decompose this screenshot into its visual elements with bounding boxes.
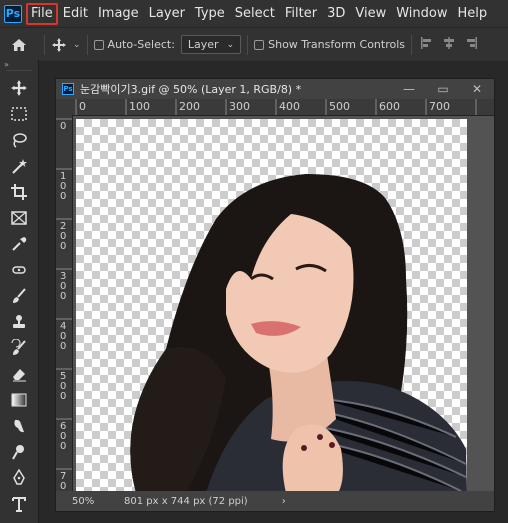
horizontal-ruler[interactable]: 0 100 200 300 400 500 600 700 — [72, 99, 494, 116]
eraser-tool-icon[interactable] — [0, 361, 38, 387]
menu-edit[interactable]: Edit — [58, 3, 93, 25]
ruler-label: 400 — [279, 100, 300, 113]
ruler-label: 200 — [179, 100, 200, 113]
align-left-icon[interactable] — [420, 36, 434, 53]
divider — [411, 34, 413, 55]
ruler-label: 500 — [329, 100, 350, 113]
clone-stamp-tool-icon[interactable] — [0, 309, 38, 335]
gradient-tool-icon[interactable] — [0, 387, 38, 413]
vertical-ruler[interactable]: 0 100 200 300 400 500 600 700 — [56, 115, 73, 502]
menu-help[interactable]: Help — [453, 3, 493, 25]
move-tool-options-icon[interactable]: ⌄ — [51, 37, 81, 53]
auto-select-value: Layer — [187, 38, 219, 51]
pen-tool-icon[interactable] — [0, 465, 38, 491]
smudge-tool-icon[interactable] — [0, 413, 38, 439]
ruler-label: 300 — [229, 100, 250, 113]
show-transform-checkbox[interactable] — [254, 39, 265, 50]
minimize-icon[interactable]: — — [392, 82, 426, 96]
menu-image[interactable]: Image — [93, 3, 144, 25]
type-tool-icon[interactable] — [0, 491, 38, 517]
zoom-level[interactable]: 50% — [72, 496, 124, 507]
brush-tool-icon[interactable] — [0, 283, 38, 309]
magic-wand-tool-icon[interactable] — [0, 153, 38, 179]
align-right-icon[interactable] — [464, 36, 478, 53]
menu-select[interactable]: Select — [230, 3, 280, 25]
document-window: Ps 눈감빡이기3.gif @ 50% (Layer 1, RGB/8) * —… — [55, 78, 495, 512]
divider — [86, 34, 88, 55]
auto-select-checkbox[interactable] — [93, 39, 104, 50]
menu-3d[interactable]: 3D — [322, 3, 350, 25]
document-title: 눈감빡이기3.gif @ 50% (Layer 1, RGB/8) * — [80, 83, 302, 96]
eyedropper-tool-icon[interactable] — [0, 231, 38, 257]
marquee-tool-icon[interactable] — [0, 101, 38, 127]
ruler-label: 500 — [60, 371, 67, 402]
align-center-icon[interactable] — [442, 36, 456, 53]
layer-image-portrait — [130, 174, 467, 493]
menu-bar: Ps File Edit Image Layer Type Select Fil… — [0, 0, 508, 27]
move-tool-icon[interactable] — [0, 75, 38, 101]
divider — [44, 34, 45, 55]
crop-tool-icon[interactable] — [0, 179, 38, 205]
ruler-label: 0 — [60, 121, 67, 132]
document-type-icon: Ps — [62, 83, 74, 95]
ruler-label: 200 — [60, 221, 67, 252]
close-icon[interactable]: ✕ — [460, 82, 494, 96]
dodge-tool-icon[interactable] — [0, 439, 38, 465]
menu-window[interactable]: Window — [391, 3, 452, 25]
tools-panel: » — [0, 60, 39, 523]
history-brush-tool-icon[interactable] — [0, 335, 38, 361]
document-tab[interactable]: Ps 눈감빡이기3.gif @ 50% (Layer 1, RGB/8) * —… — [56, 79, 494, 99]
menu-type[interactable]: Type — [190, 3, 230, 25]
ruler-label: 100 — [129, 100, 150, 113]
options-bar: ⌄ Auto-Select: Layer ⌄ Show Transform Co… — [0, 27, 508, 61]
ruler-corner[interactable] — [56, 99, 72, 115]
show-transform-label: Show Transform Controls — [268, 38, 406, 51]
frame-tool-icon[interactable] — [0, 205, 38, 231]
ruler-label: 0 — [79, 100, 86, 113]
menu-file[interactable]: File — [26, 2, 58, 25]
healing-brush-tool-icon[interactable] — [0, 257, 38, 283]
menu-view[interactable]: View — [350, 3, 391, 25]
divider — [247, 34, 249, 55]
home-icon[interactable] — [0, 38, 38, 52]
collapse-panel-icon[interactable]: » — [0, 60, 38, 70]
ruler-label: 400 — [60, 321, 67, 352]
document-canvas[interactable] — [76, 119, 467, 493]
menu-filter[interactable]: Filter — [280, 3, 322, 25]
status-menu-arrow-icon[interactable]: › — [282, 496, 286, 507]
auto-select-label: Auto-Select: — [107, 38, 175, 51]
status-bar: 50% 801 px x 744 px (72 ppi) › — [56, 491, 494, 511]
lasso-tool-icon[interactable] — [0, 127, 38, 153]
ruler-label: 100 — [60, 171, 67, 202]
auto-select-dropdown[interactable]: Layer ⌄ — [180, 35, 242, 54]
document-info: 801 px x 744 px (72 ppi) — [124, 495, 248, 507]
menu-layer[interactable]: Layer — [144, 3, 190, 25]
ruler-label: 600 — [60, 421, 67, 452]
chevron-down-icon[interactable]: ⌄ — [73, 40, 81, 50]
photoshop-logo-icon: Ps — [4, 4, 22, 23]
ruler-label: 300 — [60, 271, 67, 302]
ruler-label: 700 — [429, 100, 450, 113]
restore-icon[interactable]: ▭ — [426, 82, 460, 96]
ruler-label: 600 — [379, 100, 400, 113]
chevron-down-icon: ⌄ — [226, 39, 235, 50]
